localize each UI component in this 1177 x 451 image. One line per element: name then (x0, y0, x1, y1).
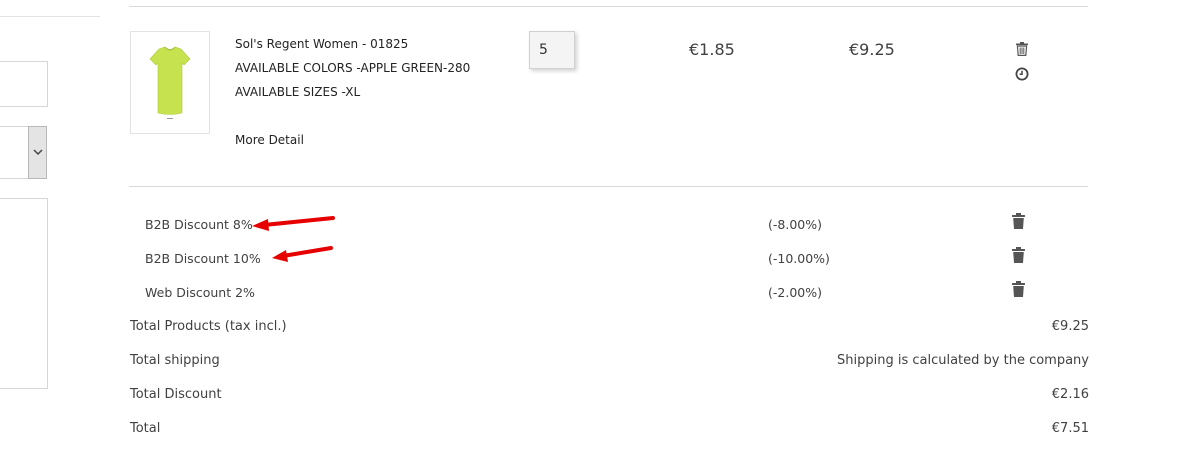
product-color-attribute: AVAILABLE COLORS -APPLE GREEN-280 (235, 61, 471, 75)
annotation-arrows (252, 216, 335, 262)
total-products-value: €9.25 (1051, 319, 1089, 334)
cart-summary-divider (129, 186, 1088, 187)
grand-total-label: Total (130, 421, 161, 436)
line-total-price: €9.25 (849, 40, 895, 59)
left-textarea[interactable] (0, 198, 48, 389)
left-select-field[interactable] (0, 126, 28, 179)
red-arrow-icon (252, 216, 335, 231)
product-size-attribute: AVAILABLE SIZES -XL (235, 85, 361, 99)
t-shirt-icon (149, 46, 191, 119)
chevron-down-icon[interactable] (28, 126, 47, 179)
clock-icon[interactable] (1015, 67, 1029, 81)
red-arrow-icon (272, 246, 333, 262)
total-shipping-label: Total shipping (130, 353, 220, 368)
left-divider (0, 16, 100, 17)
discount-value: (-8.00%) (768, 217, 822, 232)
trash-icon[interactable] (1012, 213, 1025, 233)
product-name[interactable]: Sol's Regent Women - 01825 (235, 37, 408, 51)
discount-name: B2B Discount 10% (145, 251, 261, 266)
trash-icon[interactable] (1012, 247, 1025, 267)
total-discount-label: Total Discount (130, 387, 222, 402)
discount-value: (-2.00%) (768, 285, 822, 300)
left-text-input[interactable] (0, 61, 48, 107)
total-shipping-value: Shipping is calculated by the company (837, 353, 1089, 368)
product-thumbnail[interactable] (130, 31, 210, 134)
grand-total-value: €7.51 (1051, 421, 1089, 436)
discount-name: B2B Discount 8% (145, 217, 253, 232)
more-detail-link[interactable]: More Detail (235, 133, 304, 147)
total-products-label: Total Products (tax incl.) (130, 319, 287, 334)
cart-top-divider (129, 6, 1088, 7)
discount-name: Web Discount 2% (145, 285, 255, 300)
quantity-input[interactable]: 5 (529, 31, 575, 69)
discount-value: (-10.00%) (768, 251, 830, 266)
unit-price: €1.85 (689, 40, 735, 59)
total-discount-value: €2.16 (1051, 387, 1089, 402)
trash-icon[interactable] (1016, 42, 1028, 56)
trash-icon[interactable] (1012, 281, 1025, 301)
